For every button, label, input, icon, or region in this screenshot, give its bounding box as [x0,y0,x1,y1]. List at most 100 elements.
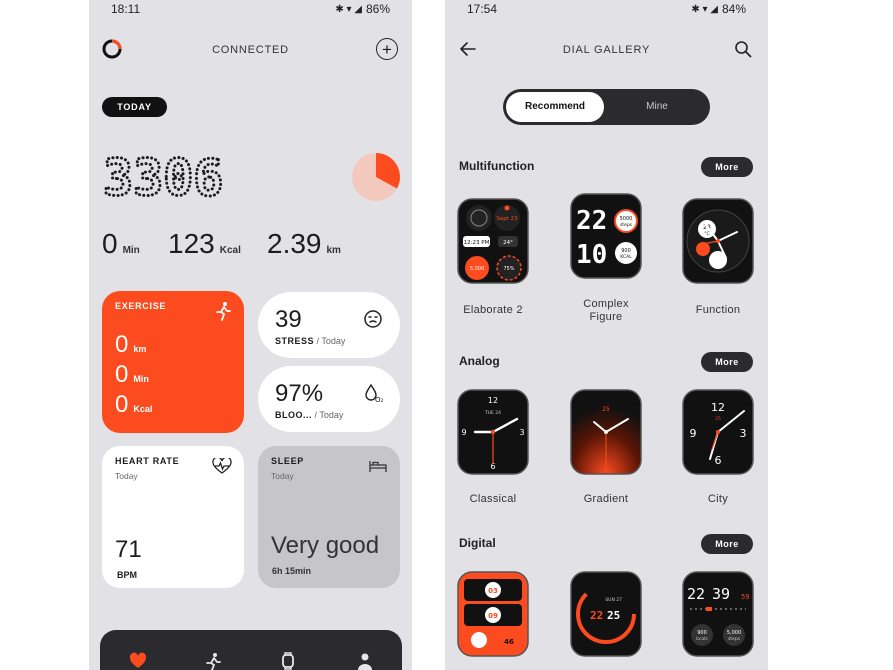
blood-oxygen-card[interactable]: 97% BLOO... / Today O₂ [258,366,400,432]
heart-rate-sub: Today [115,471,138,481]
heart-icon[interactable] [129,652,147,670]
exercise-value: 0 [115,331,129,358]
metric-kcal: 123 Kcal [168,228,241,260]
add-button[interactable]: + [376,38,398,60]
watch-face-complex-figure[interactable]: 22 10 5000 steps 900 KCAL [570,193,642,279]
search-icon[interactable] [734,40,752,58]
status-icons: ✱ ▾ ◢ [335,3,362,15]
blood-oxygen-label: BLOO... / Today [275,410,343,420]
watch-face-city[interactable]: 12 9 3 6 25 [682,389,754,475]
blood-oxygen-sub: / Today [314,410,344,420]
exercise-distance: 0 km [115,331,146,359]
more-button[interactable]: More [701,157,753,177]
face-icon [364,310,382,328]
tab-mine[interactable]: Mine [607,92,707,122]
svg-text:22: 22 [576,206,607,236]
watch-icon[interactable] [279,652,297,670]
exercise-card[interactable]: EXERCISE 0 km 0 Min 0 Kcal [102,291,244,433]
watch-face-elaborate-2[interactable]: Sept 23 12:23 PM 24° 5,000 75% [457,198,529,284]
exercise-calories: 0 Kcal [115,391,152,419]
svg-text:12: 12 [711,401,725,414]
metric-minutes: 0 Min [102,228,140,260]
watch-face-digital-2[interactable]: SUN 27 22 25 [570,571,642,657]
svg-text:Sept 23: Sept 23 [496,216,518,222]
tab-recommend[interactable]: Recommend [506,92,604,122]
watch-name: Complex Figure [556,298,656,324]
battery-level: 84% [721,2,746,16]
svg-text:09: 09 [488,612,498,620]
watch-name: Elaborate 2 [463,304,523,316]
today-chip[interactable]: TODAY [102,97,167,117]
metric-value: 123 [168,228,215,259]
blood-oxygen-value: 97% [275,380,324,407]
watch-face-function[interactable]: 28 °C [682,198,754,284]
section-title: Multifunction [459,159,535,173]
exercise-unit: Min [133,374,149,384]
watch-face-digital-1[interactable]: 03 09 46 [457,571,529,657]
more-button[interactable]: More [701,352,753,372]
more-button[interactable]: More [701,534,753,554]
watch-face-gradient[interactable]: 25 [570,389,642,475]
svg-text:steps: steps [620,222,633,228]
metric-unit: km [326,245,341,256]
svg-text:900: 900 [697,630,707,636]
svg-text:22: 22 [687,585,705,603]
exercise-unit: km [133,344,147,354]
watch-face-digital-3[interactable]: 22 39 59 900 kcals 5,000 steps [682,571,754,657]
svg-text:24°: 24° [503,240,513,246]
plus-icon: + [382,39,392,59]
runner-icon [216,302,231,321]
section-title: Digital [459,536,496,550]
svg-text:39: 39 [712,585,730,603]
watch-face-image: Sept 23 12:23 PM 24° 5,000 75% [457,198,529,284]
status-time: 18:11 [111,2,141,16]
step-count-display: 3306 [103,155,225,201]
watch-face-classical[interactable]: 12 6 3 9 TUE 24 [457,389,529,475]
blood-oxygen-title: BLOO... [275,410,312,420]
svg-text:kcals: kcals [696,636,708,642]
svg-text:12: 12 [488,396,498,405]
heart-rate-unit: BPM [117,570,137,580]
svg-text:O₂: O₂ [375,396,384,404]
svg-text:steps: steps [728,636,741,642]
svg-text:900: 900 [621,248,631,254]
stress-title: STRESS [275,336,315,346]
watch-name-line: Complex Figure [583,298,629,323]
step-count: 3306 [103,155,223,201]
activity-screen: 18:11 ✱ ▾ ◢ 86% CONNECTED + TODAY 3306 0… [89,0,412,670]
svg-text:9: 9 [461,428,466,437]
watch-face-image: SUN 27 22 25 [570,571,642,657]
svg-text:3: 3 [740,427,747,440]
svg-text:25: 25 [607,609,620,622]
bottom-nav [100,630,402,670]
exercise-value: 0 [115,391,129,418]
watch-face-image: 22 10 5000 steps 900 KCAL [570,193,642,279]
exercise-value: 0 [115,361,129,388]
exercise-duration: 0 Min [115,361,149,389]
watch-name: City [707,493,729,505]
watch-name: Classical [469,493,517,505]
sleep-label: SLEEP [271,456,305,466]
watch-face-image: 22 39 59 900 kcals 5,000 steps [682,571,754,657]
heart-rate-card[interactable]: HEART RATE Today 71 BPM [102,446,244,588]
battery-level: 86% [365,2,390,16]
person-icon[interactable] [356,652,374,670]
segmented-control: Recommend Mine [503,89,710,125]
status-right: ✱ ▾ ◢ 84% [691,2,746,16]
status-right: ✱ ▾ ◢ 86% [335,2,390,16]
svg-text:25: 25 [602,406,610,413]
stress-card[interactable]: 39 STRESS / Today [258,292,400,358]
svg-text:SUN 27: SUN 27 [605,597,622,603]
watch-name: Gradient [583,493,629,505]
status-icons: ✱ ▾ ◢ [691,3,718,15]
sleep-duration: 6h 15min [272,566,312,576]
metric-unit: Kcal [219,245,241,256]
svg-text:22: 22 [590,609,603,622]
watch-face-image: 03 09 46 [457,571,529,657]
svg-text:10: 10 [576,240,607,270]
exercise-unit: Kcal [133,404,153,414]
connection-status: CONNECTED [212,44,289,56]
svg-text:12:23 PM: 12:23 PM [464,240,490,246]
sleep-card[interactable]: SLEEP Today Very good 6h 15min [258,446,400,588]
runner-icon[interactable] [204,652,222,670]
